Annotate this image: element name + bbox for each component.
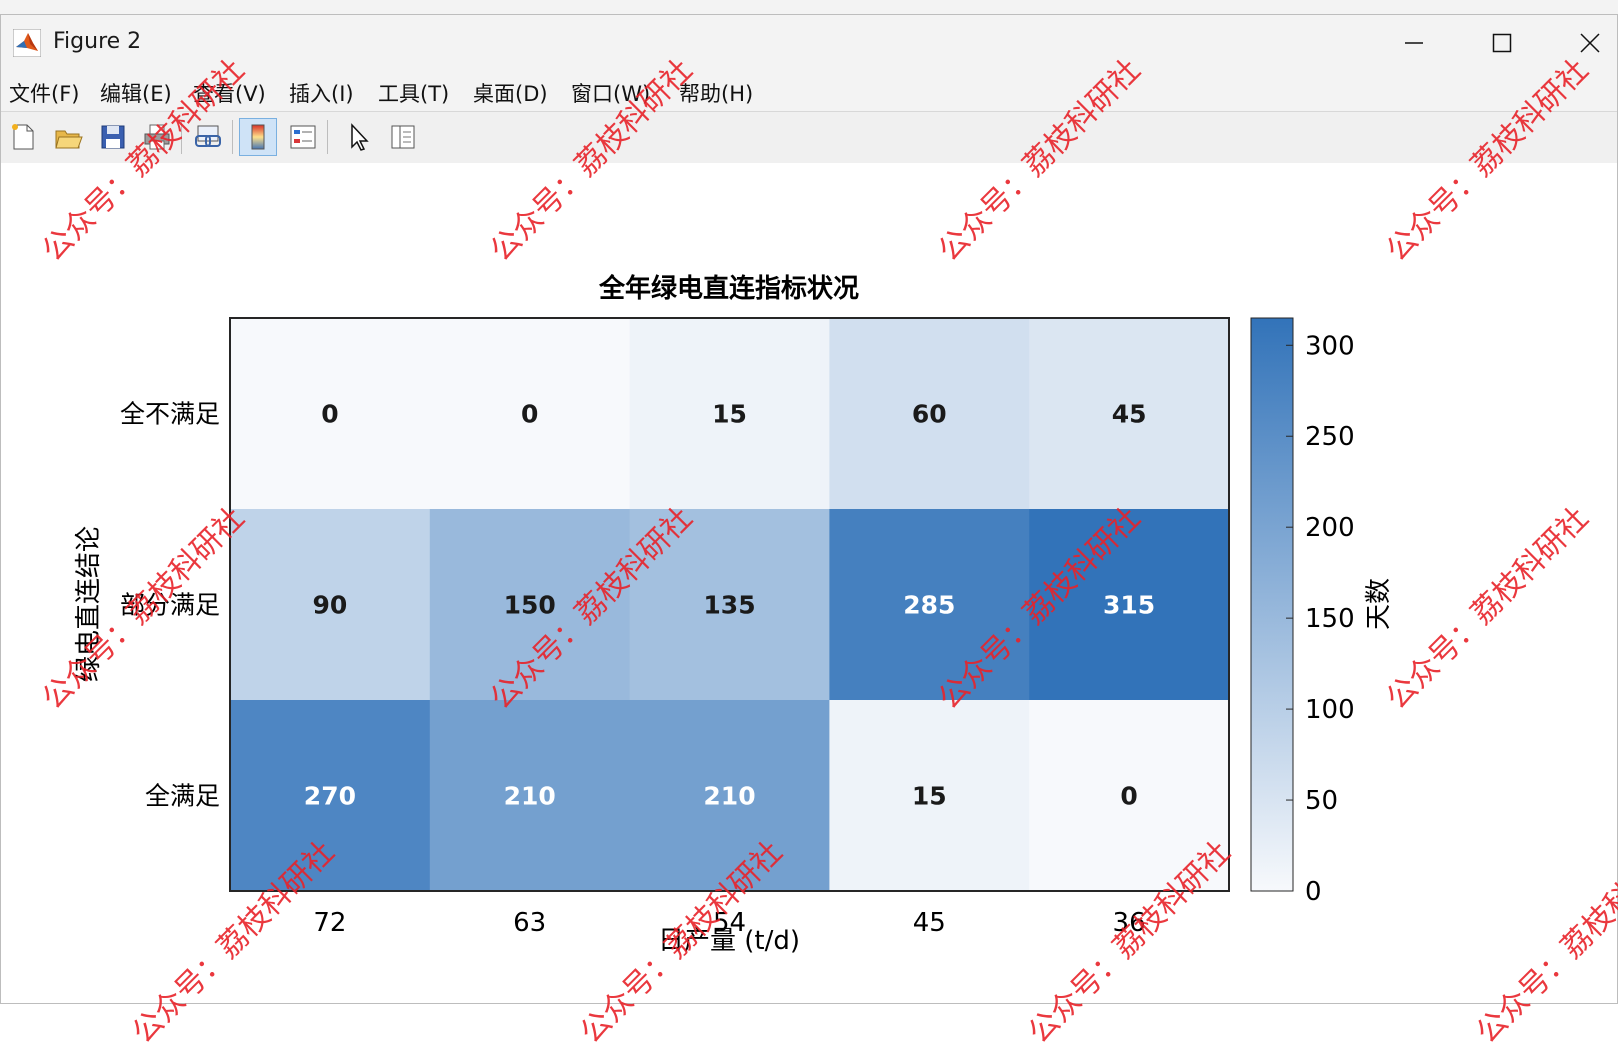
cell-value-label: 210 (504, 782, 556, 811)
cell-value-label: 0 (521, 400, 538, 429)
maximize-button[interactable] (1479, 23, 1525, 63)
minimize-icon (1405, 42, 1423, 44)
colorbar[interactable] (1250, 317, 1294, 892)
background-window-strip (0, 0, 1618, 15)
edit-plot-pointer-icon (351, 123, 369, 151)
toolbar-separator (327, 120, 328, 154)
close-icon (1580, 33, 1600, 53)
cell-value-label: 60 (912, 400, 947, 429)
colorbar-tick-label: 200 (1305, 513, 1355, 543)
menu-view[interactable]: 查看(V) (193, 78, 266, 108)
menu-tools[interactable]: 工具(T) (378, 78, 449, 108)
cell-value-label: 90 (313, 591, 348, 620)
colorbar-tick-label: 100 (1305, 695, 1355, 725)
print-icon (144, 124, 170, 150)
x-tick-label: 63 (513, 908, 546, 938)
menu-desktop[interactable]: 桌面(D) (473, 78, 548, 108)
property-inspector-icon (391, 125, 415, 149)
colorbar-tick-label: 50 (1305, 786, 1338, 816)
edit-plot-button[interactable] (339, 118, 377, 156)
menu-bar: 文件(F) 编辑(E) 查看(V) 插入(I) 工具(T) 桌面(D) 窗口(W… (1, 71, 1617, 111)
maximize-icon (1492, 33, 1512, 53)
y-axis-label: 绿电直连结论 (74, 526, 104, 682)
x-tick-label: 36 (1113, 908, 1146, 938)
open-file-icon (55, 130, 83, 149)
insert-legend-icon (290, 125, 316, 149)
x-tick-label: 72 (313, 908, 346, 938)
new-figure-button[interactable] (4, 118, 42, 156)
colorbar-tick-label: 150 (1305, 604, 1355, 634)
open-file-button[interactable] (49, 118, 87, 156)
cell-value-label: 285 (903, 591, 955, 620)
cell-value-label: 0 (1120, 782, 1137, 811)
colorbar-tick-label: 0 (1305, 877, 1322, 907)
colorbar-tick-label: 300 (1305, 331, 1355, 361)
property-inspector-button[interactable] (384, 118, 422, 156)
menu-help[interactable]: 帮助(H) (679, 78, 753, 108)
x-tick-label: 45 (913, 908, 946, 938)
cell-value-label: 135 (703, 591, 755, 620)
link-plot-button[interactable] (189, 118, 227, 156)
heatmap-chart: 全年绿电直连指标状况 0 0 15 60 4590 150 135 285 315270 210 2… (74, 273, 1394, 956)
x-axis-label: 日产量 (t/d) (658, 926, 800, 956)
chart-title: 全年绿电直连指标状况 (598, 273, 859, 304)
cell-value-label: 315 (1103, 591, 1155, 620)
menu-edit[interactable]: 编辑(E) (100, 78, 172, 108)
insert-colorbar-button[interactable] (239, 118, 277, 156)
insert-colorbar-icon (251, 124, 265, 150)
close-button[interactable] (1567, 23, 1613, 63)
cell-value-label: 0 (321, 400, 338, 429)
save-icon (101, 125, 125, 149)
cell-value-label: 150 (504, 591, 556, 620)
minimize-button[interactable] (1391, 23, 1437, 63)
menu-file[interactable]: 文件(F) (9, 78, 79, 108)
colorbar-label: 天数 (1364, 578, 1394, 630)
save-button[interactable] (94, 118, 132, 156)
menu-insert[interactable]: 插入(I) (289, 78, 354, 108)
print-button[interactable] (138, 118, 176, 156)
colorbar-tick-label: 250 (1305, 422, 1355, 452)
toolbar-separator (181, 120, 182, 154)
insert-legend-button[interactable] (284, 118, 322, 156)
menu-window[interactable]: 窗口(W) (571, 78, 650, 108)
new-figure-icon (12, 124, 34, 150)
matlab-logo-icon (13, 29, 41, 57)
figure-toolbar (1, 111, 1617, 165)
window-title: Figure 2 (53, 29, 142, 54)
cell-value-label: 15 (712, 400, 747, 429)
title-bar: Figure 2 (1, 15, 1617, 71)
cell-value-label: 270 (304, 782, 356, 811)
cell-value-label: 45 (1112, 400, 1147, 429)
y-tick-label: 全满足 (145, 782, 220, 811)
figure-window: Figure 2 文件(F) 编辑(E) 查看(V) 插入(I) 工具(T) 桌… (0, 14, 1618, 1004)
toolbar-separator (232, 120, 233, 154)
cell-value-label: 210 (703, 782, 755, 811)
y-tick-label: 全不满足 (120, 400, 220, 429)
figure-canvas[interactable]: 全年绿电直连指标状况 0 0 15 60 45 90 150 135 285 315 270 210 2… (1, 163, 1617, 1003)
cell-value-label: 15 (912, 782, 947, 811)
link-plot-icon (195, 125, 221, 147)
y-tick-label: 部分满足 (120, 591, 220, 620)
